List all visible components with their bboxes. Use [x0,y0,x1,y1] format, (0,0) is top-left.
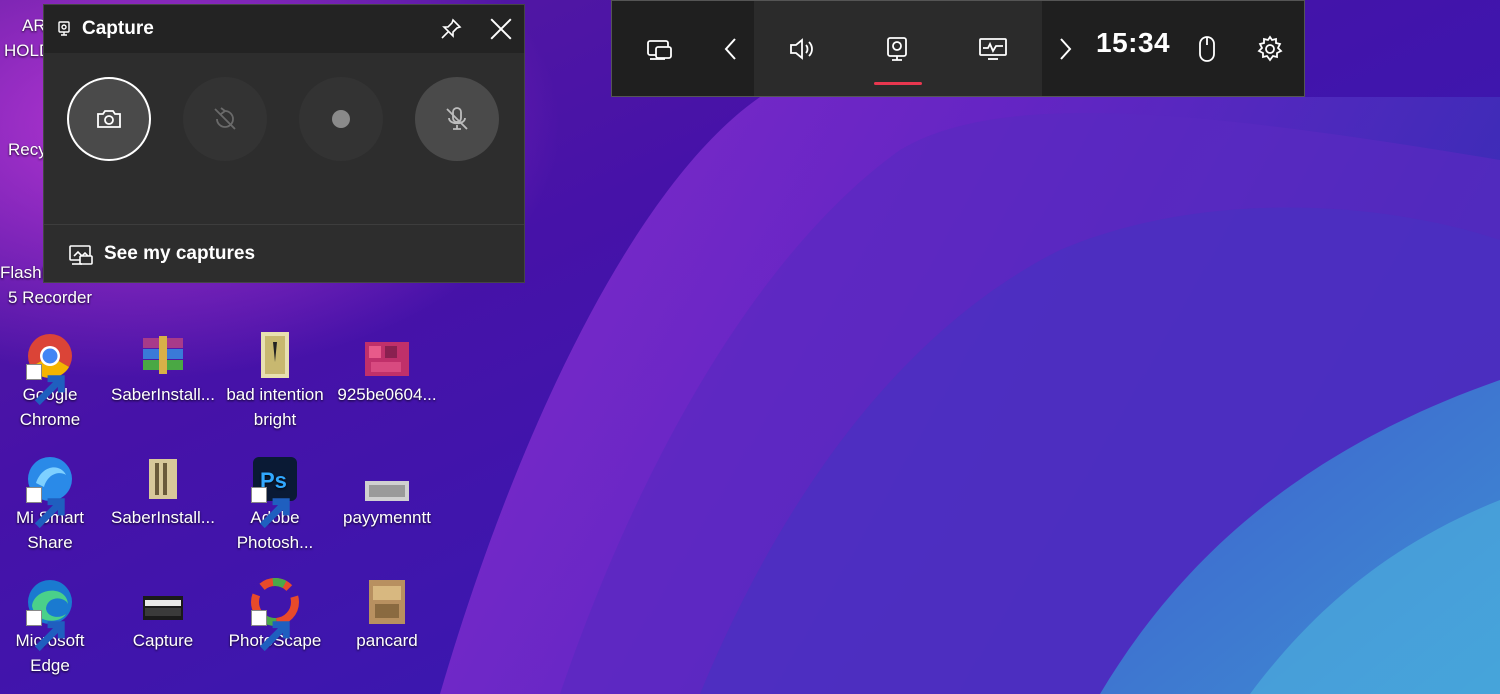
mouse-lock-button[interactable] [1192,1,1222,96]
audio-widget-button[interactable] [780,1,824,96]
desktop-icon-payymenntt[interactable]: payymenntt [331,455,443,530]
image-icon [365,481,409,501]
desktop-icon-label: 925be0604... [337,385,437,404]
shortcut-arrow-icon [251,610,290,652]
active-tab-indicator [874,82,922,85]
see-my-captures-link[interactable]: See my captures [44,224,524,283]
mic-toggle-button[interactable] [415,77,499,161]
desktop-icon-photoscape[interactable]: PhotoScape [219,578,331,653]
capture-icon [58,21,70,36]
desktop-icon-saberinstall[interactable]: SaberInstall... [107,332,219,407]
camera-icon [97,110,121,128]
shortcut-arrow-icon [26,487,65,529]
shortcut-arrow-icon [26,364,65,406]
capture-icon [887,36,907,61]
scroll-right-button[interactable] [1050,1,1080,96]
desktop-icon-bad-intention[interactable]: bad intention bright [219,332,331,432]
pin-icon[interactable] [440,18,462,40]
chevron-left-icon [724,37,736,60]
performance-icon [979,37,1007,60]
start-recording-button[interactable] [299,77,383,161]
desktop-icon-label: bad intention [226,385,324,404]
desktop-icon-label: pancard [356,631,418,650]
image-icon [369,580,405,624]
desktop-icon-pancard[interactable]: pancard [331,578,443,653]
mic-off-icon [446,107,468,130]
desktop-icon-label: SaberInstall... [111,385,215,404]
desktop-label-partial: Recy [8,140,47,159]
gear-icon [1257,34,1283,61]
capture-folder-icon [143,596,183,620]
widget-menu-icon [647,39,672,60]
record-last-disabled-icon [214,107,236,130]
close-icon[interactable] [489,17,513,41]
gallery-icon [69,245,93,265]
capture-widget: Capture See my captures [43,4,525,283]
see-my-captures-label: See my captures [104,243,256,264]
record-dot-icon [332,110,350,128]
capture-widget-title: Capture [82,18,154,39]
image-icon [261,332,289,378]
clock: 15:34 [1096,27,1171,58]
scroll-left-button[interactable] [716,1,746,96]
desktop-label-partial: 5 Recorder [8,288,93,307]
chevron-right-icon [1060,37,1072,60]
capture-widget-titlebar[interactable]: Capture [44,5,524,53]
desktop-icon-mi-smart-share[interactable]: Mi Smart Share [0,455,106,555]
performance-widget-button[interactable] [971,1,1015,96]
shortcut-arrow-icon [251,487,290,529]
desktop-icon-capture[interactable]: Capture [107,578,219,653]
desktop-icon-label: payymenntt [343,508,431,527]
desktop-icon-microsoft-edge[interactable]: Microsoft Edge [0,578,106,678]
desktop-icon-label: SaberInstall... [111,508,215,527]
mouse-icon [1199,35,1215,62]
desktop-icon-925be0604[interactable]: 925be0604... [331,332,443,407]
desktop-icon-google-chrome[interactable]: Google Chrome [0,332,106,432]
desktop-icon-saberinstall-2[interactable]: SaberInstall... [107,455,219,530]
settings-button[interactable] [1252,1,1288,96]
image-icon [365,342,409,376]
screenshot-button[interactable] [67,77,151,161]
desktop-icon-label: bright [253,410,297,429]
winrar-icon [143,336,183,374]
desktop-icon-label: Capture [132,631,194,650]
archive-icon [149,459,177,499]
shortcut-arrow-icon [26,610,65,652]
record-last-30s-button[interactable] [183,77,267,161]
audio-icon [790,37,813,60]
game-bar: 15:34 [611,0,1305,97]
widget-menu-button[interactable] [638,1,682,96]
desktop-icon-adobe-photoshop[interactable]: Ps Adobe Photosh... [219,455,331,555]
